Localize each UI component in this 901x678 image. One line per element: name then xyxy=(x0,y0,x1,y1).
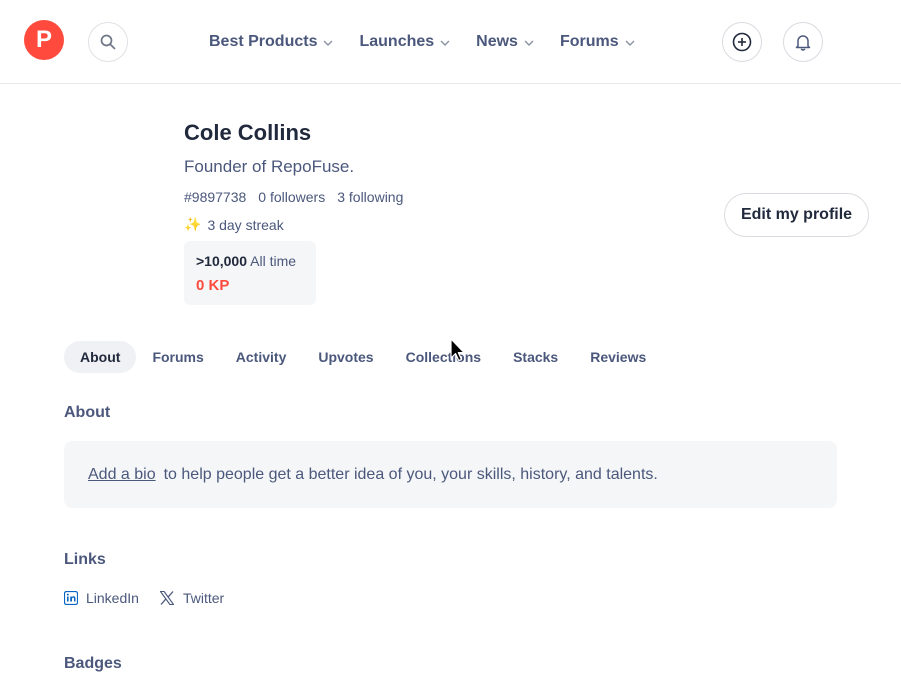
nav-best-products[interactable]: Best Products xyxy=(209,33,333,51)
bell-icon xyxy=(795,35,811,51)
sparkles-icon: ✨ xyxy=(184,216,202,232)
bio-prompt-text: to help people get a better idea of you,… xyxy=(163,465,658,483)
search-button[interactable] xyxy=(88,22,128,62)
social-links: LinkedIn Twitter xyxy=(64,590,244,606)
nav-label: Launches xyxy=(359,33,435,50)
profile-tabs: About Forums Activity Upvotes Collection… xyxy=(64,341,662,373)
top-navigation-bar: P Best Products Launches News Forums xyxy=(0,0,901,84)
kp-value: 0 KP xyxy=(196,277,230,294)
twitter-link[interactable]: Twitter xyxy=(159,590,224,606)
profile-name: Cole Collins xyxy=(184,120,312,145)
add-bio-link[interactable]: Add a bio xyxy=(88,466,156,484)
plus-circle-icon xyxy=(732,32,752,52)
logo-letter: P xyxy=(35,26,52,53)
nav-label: Forums xyxy=(559,33,619,50)
karma-points-card[interactable]: >10,000 All time 0 KP xyxy=(184,241,316,305)
kp-rank: >10,000 All time xyxy=(196,253,296,269)
badges-heading: Badges xyxy=(64,655,122,672)
tab-upvotes[interactable]: Upvotes xyxy=(302,341,389,373)
tab-collections[interactable]: Collections xyxy=(390,341,497,373)
nav-label: News xyxy=(476,33,518,50)
tab-forums[interactable]: Forums xyxy=(136,341,219,373)
streak-label: 3 day streak xyxy=(207,216,284,233)
chevron-down-icon xyxy=(440,40,450,46)
linkedin-label: LinkedIn xyxy=(86,590,139,606)
links-heading: Links xyxy=(64,551,106,568)
kp-rank-label: All time xyxy=(250,253,297,269)
edit-profile-button[interactable]: Edit my profile xyxy=(724,193,869,237)
about-heading: About xyxy=(64,404,111,421)
user-id: #9897738 xyxy=(184,189,247,205)
tab-about[interactable]: About xyxy=(64,341,137,373)
product-hunt-logo[interactable]: P xyxy=(24,20,64,60)
submit-product-button[interactable] xyxy=(722,22,762,62)
linkedin-link[interactable]: LinkedIn xyxy=(64,590,139,606)
search-icon xyxy=(100,34,116,50)
profile-stats: #9897738 0 followers 3 following xyxy=(184,189,403,205)
streak-badge: ✨ 3 day streak xyxy=(184,216,284,233)
chevron-down-icon xyxy=(625,40,635,46)
following-link[interactable]: 3 following xyxy=(337,189,403,205)
chevron-down-icon xyxy=(524,40,534,46)
notifications-button[interactable] xyxy=(783,22,823,62)
chevron-down-icon xyxy=(323,40,333,46)
linkedin-icon xyxy=(64,591,78,605)
nav-forums[interactable]: Forums xyxy=(560,33,635,51)
profile-headline: Founder of RepoFuse. xyxy=(184,157,355,176)
tab-reviews[interactable]: Reviews xyxy=(574,341,662,373)
main-nav: Best Products Launches News Forums xyxy=(209,0,661,84)
bio-box: Add a bio to help people get a better id… xyxy=(64,441,837,508)
nav-label: Best Products xyxy=(209,33,318,50)
mouse-cursor-icon xyxy=(450,338,465,362)
tab-stacks[interactable]: Stacks xyxy=(497,341,574,373)
nav-news[interactable]: News xyxy=(476,33,534,51)
kp-rank-value: >10,000 xyxy=(196,253,247,269)
followers-link[interactable]: 0 followers xyxy=(258,189,325,205)
nav-launches[interactable]: Launches xyxy=(359,33,450,51)
x-twitter-icon xyxy=(159,590,174,606)
twitter-label: Twitter xyxy=(182,590,225,606)
tab-activity[interactable]: Activity xyxy=(220,341,303,373)
